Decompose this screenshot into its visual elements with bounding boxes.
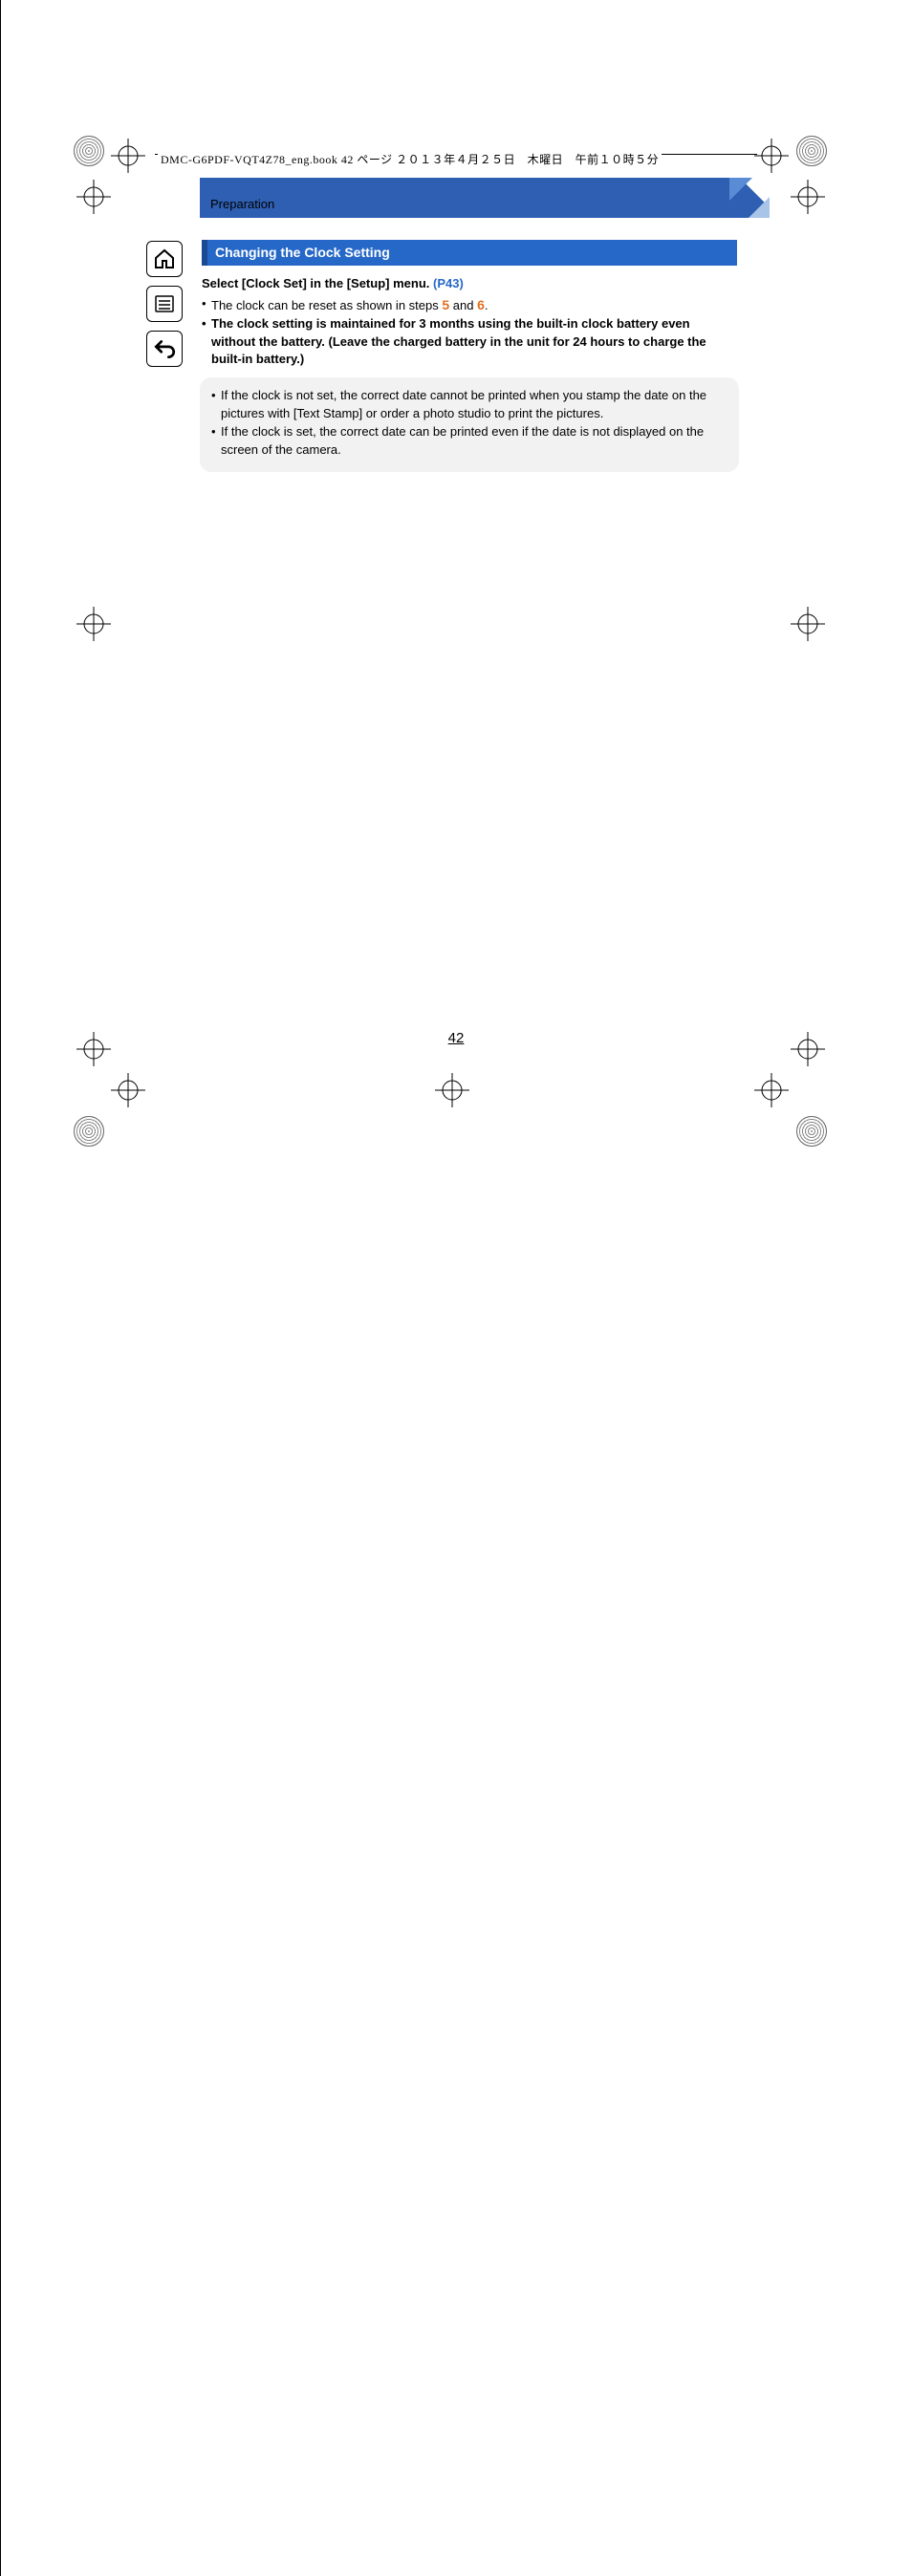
crosshair-icon	[791, 180, 825, 214]
nav-home-button[interactable]	[146, 241, 183, 277]
print-mark-icon	[74, 136, 104, 166]
body-content: Select [Clock Set] in the [Setup] menu. …	[202, 275, 737, 369]
page-number: 42	[0, 1030, 912, 1046]
bullet: •	[202, 315, 211, 370]
crosshair-icon	[791, 607, 825, 641]
print-mark-icon	[74, 1116, 104, 1147]
note-box: • If the clock is not set, the correct d…	[200, 377, 739, 472]
frame-line	[0, 0, 1, 1288]
chapter-banner	[200, 178, 770, 218]
print-mark-icon	[796, 1116, 827, 1147]
nav-list-button[interactable]	[146, 286, 183, 322]
note-text: If the clock is set, the correct date ca…	[221, 423, 727, 460]
section-heading: Changing the Clock Setting	[202, 240, 737, 266]
crosshair-icon	[76, 607, 111, 641]
list-icon	[153, 292, 176, 315]
crosshair-icon	[111, 1073, 145, 1107]
header-filename: DMC-G6PDF-VQT4Z78_eng.book 42 ページ ２０１３年４…	[158, 151, 662, 167]
section-label: Preparation	[210, 197, 274, 211]
page-reference-link[interactable]: (P43)	[433, 276, 464, 290]
nav-back-button[interactable]	[146, 331, 183, 367]
home-icon	[153, 247, 176, 270]
frame-line	[0, 2291, 1, 2576]
step-number: 5	[442, 297, 449, 312]
body-line: The clock setting is maintained for 3 mo…	[211, 315, 737, 370]
print-mark-icon	[796, 136, 827, 166]
note-text: If the clock is not set, the correct dat…	[221, 387, 727, 423]
bullet: •	[202, 295, 211, 315]
body-line: The clock can be reset as shown in steps…	[211, 295, 489, 315]
back-icon	[152, 336, 177, 361]
crosshair-icon	[754, 1073, 789, 1107]
crosshair-icon	[76, 180, 111, 214]
crosshair-icon	[435, 1073, 469, 1107]
bullet: •	[211, 423, 221, 460]
bullet: •	[211, 387, 221, 423]
crosshair-icon	[111, 139, 145, 173]
step-number: 6	[477, 297, 485, 312]
frame-line	[0, 1288, 1, 2291]
instruction-text: Select [Clock Set] in the [Setup] menu.	[202, 276, 433, 290]
crosshair-icon	[754, 139, 789, 173]
